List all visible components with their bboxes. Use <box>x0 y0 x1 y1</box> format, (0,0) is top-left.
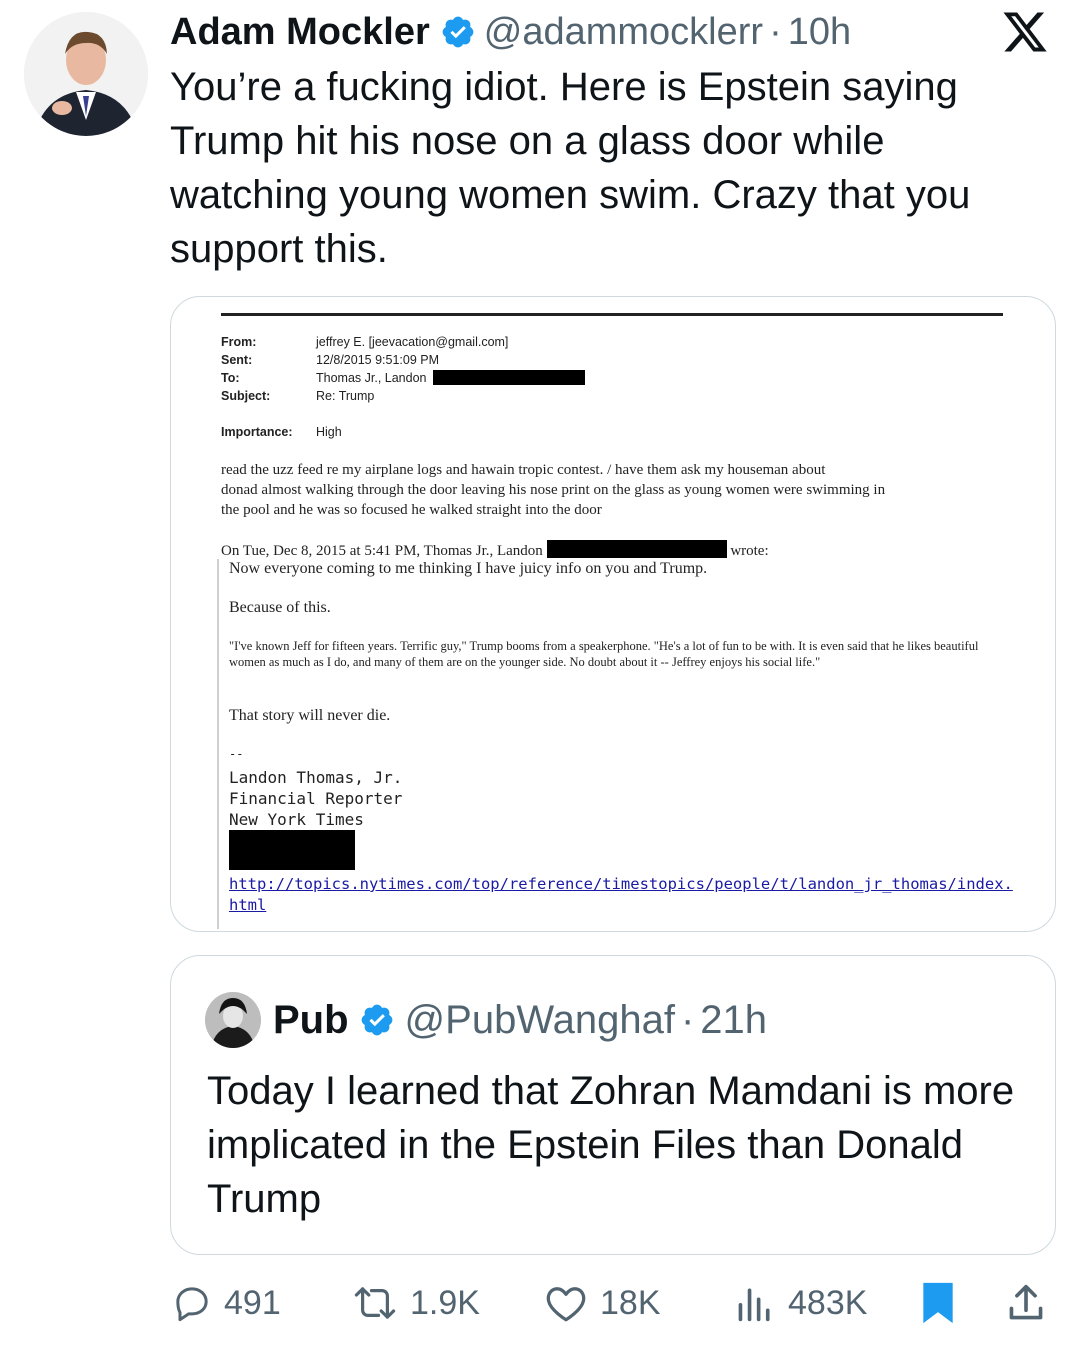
reply-count: 491 <box>224 1283 281 1322</box>
bookmark-button[interactable] <box>918 1278 970 1328</box>
email-document: From: jeffrey E. [jeevacation@gmail.com]… <box>171 297 1055 931</box>
reply-button[interactable]: 491 <box>172 1278 281 1328</box>
bookmark-icon <box>923 1282 953 1324</box>
views-icon <box>738 1288 770 1322</box>
email-body-line: read the uzz feed re my airplane logs an… <box>221 462 826 478</box>
repost-icon <box>354 1287 396 1319</box>
meta-separator: · <box>680 997 695 1042</box>
signature-name: Landon Thomas, Jr. <box>229 768 403 787</box>
quoted-snippet: "I've known Jeff for fifteen years. Terr… <box>229 639 979 669</box>
quoted-tweet-text: Today I learned that Zohran Mamdani is m… <box>207 1069 1015 1221</box>
reply-header-pre: On Tue, Dec 8, 2015 at 5:41 PM, Thomas J… <box>221 543 543 559</box>
x-logo-icon <box>1000 8 1050 56</box>
to-value: Thomas Jr., Landon <box>316 371 427 385</box>
tweet-action-bar: 491 1.9K 18K 483K <box>170 1278 1054 1328</box>
email-body-line: donad almost walking through the door le… <box>221 482 886 498</box>
importance-label: Importance: <box>221 425 293 439</box>
views-count: 483K <box>788 1283 868 1322</box>
quoted-line: Now everyone coming to me thinking I hav… <box>229 560 708 577</box>
views-button[interactable]: 483K <box>734 1278 867 1328</box>
quote-bar <box>217 559 219 929</box>
quoted-tweet[interactable]: Pub @PubWanghaf · 21h Today I learned th… <box>170 955 1056 1255</box>
quoted-author-handle[interactable]: @PubWanghaf <box>405 998 675 1043</box>
document-link: http://topics.nytimes.com/top/reference/… <box>229 875 1013 914</box>
quoted-tweet-timestamp[interactable]: 21h <box>700 998 767 1043</box>
verified-badge-icon <box>359 1002 395 1038</box>
meta-separator: · <box>769 10 782 53</box>
like-count: 18K <box>600 1283 661 1322</box>
from-label: From: <box>221 335 257 349</box>
email-body-line: the pool and he was so focused he walked… <box>221 502 602 518</box>
redaction-bar <box>229 830 355 870</box>
signature-dash: -- <box>229 747 244 761</box>
quoted-author-avatar[interactable] <box>205 992 261 1048</box>
to-label: To: <box>221 371 240 385</box>
quoted-tweet-header: Pub @PubWanghaf · 21h <box>273 994 767 1046</box>
like-button[interactable]: 18K <box>544 1278 661 1328</box>
author-name[interactable]: Adam Mockler <box>170 11 430 54</box>
like-icon <box>546 1287 586 1322</box>
importance-value: High <box>316 425 342 439</box>
from-value: jeffrey E. [jeevacation@gmail.com] <box>316 335 509 349</box>
quoted-author-name[interactable]: Pub <box>273 998 349 1043</box>
share-button[interactable] <box>1006 1278 1058 1328</box>
reply-header: On Tue, Dec 8, 2015 at 5:41 PM, Thomas J… <box>221 540 769 561</box>
sent-value: 12/8/2015 9:51:09 PM <box>316 353 440 367</box>
tweet-timestamp[interactable]: 10h <box>788 11 851 54</box>
share-icon <box>1009 1284 1043 1320</box>
repost-count: 1.9K <box>410 1283 480 1322</box>
verified-badge-icon <box>440 14 476 50</box>
doc-top-rule <box>221 313 1003 316</box>
signature-title: Financial Reporter <box>229 789 403 808</box>
tweet-header: Adam Mockler @adammocklerr · 10h <box>170 8 851 56</box>
redaction-bar <box>546 540 727 558</box>
author-avatar[interactable] <box>24 12 148 136</box>
reply-icon <box>176 1287 208 1322</box>
quoted-line: That story will never die. <box>229 707 391 724</box>
author-handle[interactable]: @adammocklerr <box>484 11 763 54</box>
repost-button[interactable]: 1.9K <box>352 1278 480 1328</box>
subject-label: Subject: <box>221 389 271 403</box>
redaction-bar <box>433 370 585 385</box>
tweet-text: You’re a fucking idiot. Here is Epstein … <box>170 65 971 271</box>
quoted-line: Because of this. <box>229 599 331 616</box>
sent-label: Sent: <box>221 353 253 367</box>
reply-header-post: wrote: <box>730 543 769 559</box>
subject-value: Re: Trump <box>316 389 375 403</box>
tweet-media-image[interactable]: From: jeffrey E. [jeevacation@gmail.com]… <box>170 296 1056 932</box>
signature-org: New York Times <box>229 810 364 829</box>
